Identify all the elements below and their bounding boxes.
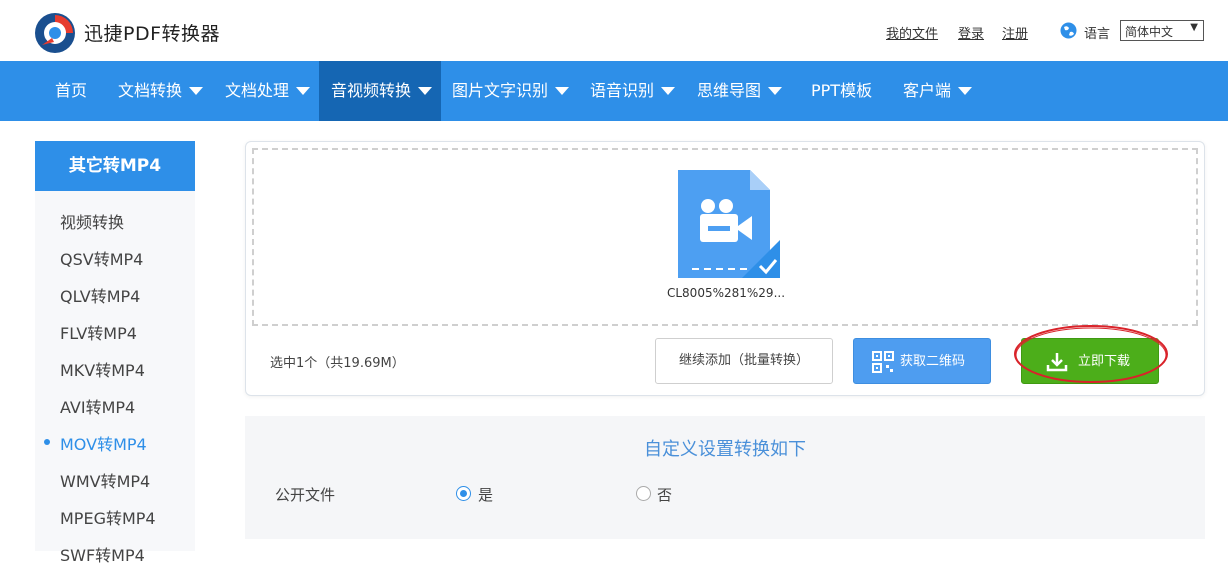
settings-title: 自定义设置转换如下 xyxy=(644,439,806,460)
sidebar-item-swf[interactable]: SWF转MP4 xyxy=(60,542,145,566)
language-select-value: 简体中文 xyxy=(1125,25,1174,39)
nav-item-ocr[interactable]: 图片文字识别 xyxy=(452,61,570,121)
caret-down-icon xyxy=(958,86,973,95)
main-nav: 首页 文档转换 文档处理 音视频转换 图片文字识别 语音识别 思维导图 PPT模… xyxy=(0,61,1228,121)
caret-down-icon xyxy=(768,86,783,95)
sidebar-item-flv[interactable]: FLV转MP4 xyxy=(60,320,137,344)
caret-down-icon xyxy=(296,86,311,95)
qrcode-icon xyxy=(872,351,894,373)
sidebar-item-video-convert[interactable]: 视频转换 xyxy=(60,209,124,233)
nav-item-home[interactable]: 首页 xyxy=(55,61,87,121)
sidebar-item-mpeg[interactable]: MPEG转MP4 xyxy=(60,505,156,529)
nav-item-speech[interactable]: 语音识别 xyxy=(590,61,676,121)
sidebar-item-mov[interactable]: MOV转MP4 xyxy=(60,431,147,455)
nav-item-doc-convert[interactable]: 文档转换 xyxy=(118,61,204,121)
sidebar-item-wmv[interactable]: WMV转MP4 xyxy=(60,468,150,492)
nav-item-label: PPT模板 xyxy=(811,81,873,100)
selected-files-info: 选中1个（共19.69M） xyxy=(270,356,405,371)
app-logo-icon[interactable] xyxy=(34,12,76,54)
public-no-radio[interactable] xyxy=(636,486,651,501)
language-select[interactable]: 简体中文 ▼ xyxy=(1120,20,1204,41)
download-now-label: 立即下载 xyxy=(1078,354,1131,369)
public-no-label[interactable]: 否 xyxy=(657,484,672,505)
nav-item-label: 文档转换 xyxy=(118,81,183,100)
nav-item-mindmap[interactable]: 思维导图 xyxy=(697,61,783,121)
register-link[interactable]: 注册 xyxy=(1002,23,1028,42)
get-qrcode-button[interactable]: 获取二维码 xyxy=(853,338,991,384)
caret-down-icon xyxy=(418,86,433,95)
public-file-label: 公开文件 xyxy=(275,486,336,504)
download-icon xyxy=(1046,353,1068,372)
download-now-button[interactable]: 立即下载 xyxy=(1021,338,1159,384)
nav-item-av-convert[interactable]: 音视频转换 xyxy=(319,61,441,121)
nav-item-label: 思维导图 xyxy=(697,81,762,100)
sidebar-item-avi[interactable]: AVI转MP4 xyxy=(60,394,135,418)
nav-item-label: 首页 xyxy=(55,81,88,100)
nav-item-label: 语音识别 xyxy=(590,81,655,100)
caret-down-icon xyxy=(189,86,204,95)
login-link[interactable]: 登录 xyxy=(958,23,984,42)
sidebar-item-qsv[interactable]: QSV转MP4 xyxy=(60,246,143,270)
globe-icon xyxy=(1060,22,1077,39)
public-yes-label[interactable]: 是 xyxy=(478,484,493,505)
top-header: 迅捷PDF转换器 我的文件 登录 注册 语言 简体中文 ▼ xyxy=(0,0,1228,61)
language-label: 语言 xyxy=(1084,27,1111,42)
nav-item-label: 图片文字识别 xyxy=(452,81,549,100)
active-dot-icon xyxy=(44,439,50,445)
continue-add-label: 继续添加（批量转换） xyxy=(678,353,809,368)
continue-add-button[interactable]: 继续添加（批量转换） xyxy=(655,338,833,384)
get-qrcode-label: 获取二维码 xyxy=(900,354,966,369)
sidebar-item-mkv[interactable]: MKV转MP4 xyxy=(60,357,145,381)
nav-item-label: 文档处理 xyxy=(225,81,290,100)
sidebar-item-qlv[interactable]: QLV转MP4 xyxy=(60,283,140,307)
file-name: CL8005%281%29... xyxy=(666,286,786,300)
nav-item-doc-process[interactable]: 文档处理 xyxy=(225,61,311,121)
nav-item-label: 客户端 xyxy=(903,81,952,100)
public-yes-radio[interactable] xyxy=(456,486,471,501)
chevron-down-icon: ▼ xyxy=(1190,22,1198,33)
video-file-icon[interactable] xyxy=(678,170,780,278)
caret-down-icon xyxy=(661,86,676,95)
sidebar-title: 其它转MP4 xyxy=(35,141,195,191)
nav-item-ppt[interactable]: PPT模板 xyxy=(811,61,872,121)
caret-down-icon xyxy=(555,86,570,95)
nav-item-client[interactable]: 客户端 xyxy=(903,61,973,121)
nav-item-label: 音视频转换 xyxy=(331,81,412,100)
app-title[interactable]: 迅捷PDF转换器 xyxy=(84,19,220,46)
my-files-link[interactable]: 我的文件 xyxy=(886,23,938,42)
